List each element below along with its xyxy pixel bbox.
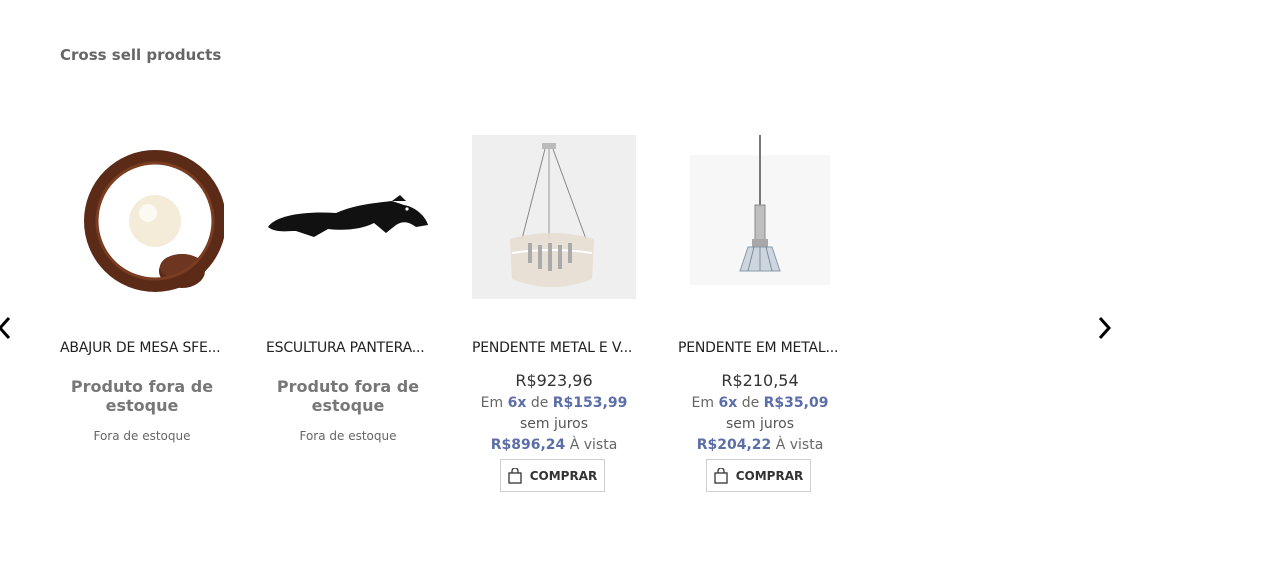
product-image[interactable] bbox=[60, 135, 224, 299]
buy-button[interactable]: COMPRAR bbox=[500, 459, 605, 492]
cash-price: R$204,22 À vista bbox=[696, 437, 824, 453]
carousel-prev-button[interactable] bbox=[0, 314, 16, 342]
product-image[interactable] bbox=[266, 135, 430, 299]
out-of-stock-label: Fora de estoque bbox=[93, 429, 191, 443]
product-card[interactable]: PENDENTE EM METAL... R$210,54 Em 6x de R… bbox=[678, 135, 842, 492]
product-card[interactable]: PENDENTE METAL E V... R$923,96 Em 6x de … bbox=[472, 135, 636, 492]
product-price: R$923,96 bbox=[515, 371, 593, 390]
buy-button-label: COMPRAR bbox=[735, 468, 804, 483]
cash-price: R$896,24 À vista bbox=[490, 437, 618, 453]
product-card[interactable]: ABAJUR DE MESA SFE... Produto fora de es… bbox=[60, 135, 224, 443]
product-name[interactable]: ESCULTURA PANTERA... bbox=[266, 340, 430, 356]
shopping-bag-icon bbox=[714, 467, 728, 484]
installments-text: Em 6x de R$35,09 bbox=[691, 395, 829, 411]
installments-text: Em 6x de R$153,99 bbox=[480, 395, 628, 411]
out-of-stock-label: Fora de estoque bbox=[299, 429, 397, 443]
section-title: Cross sell products bbox=[60, 46, 222, 64]
interest-free-label: sem juros bbox=[519, 416, 589, 432]
interest-free-label: sem juros bbox=[725, 416, 795, 432]
buy-button[interactable]: COMPRAR bbox=[706, 459, 811, 492]
product-card[interactable]: ESCULTURA PANTERA... Produto fora de est… bbox=[266, 135, 430, 443]
product-name[interactable]: PENDENTE EM METAL... bbox=[678, 340, 842, 356]
buy-button-label: COMPRAR bbox=[529, 468, 598, 483]
product-price: R$210,54 bbox=[721, 371, 799, 390]
product-name[interactable]: ABAJUR DE MESA SFE... bbox=[60, 340, 224, 356]
out-of-stock-title: Produto fora de estoque bbox=[276, 377, 420, 415]
chevron-right-icon bbox=[1098, 316, 1112, 340]
product-image[interactable] bbox=[472, 135, 636, 299]
product-image[interactable] bbox=[678, 135, 842, 299]
product-name[interactable]: PENDENTE METAL E V... bbox=[472, 340, 636, 356]
out-of-stock-title: Produto fora de estoque bbox=[70, 377, 214, 415]
chevron-left-icon bbox=[0, 316, 11, 340]
shopping-bag-icon bbox=[508, 467, 522, 484]
carousel-next-button[interactable] bbox=[1094, 314, 1116, 342]
